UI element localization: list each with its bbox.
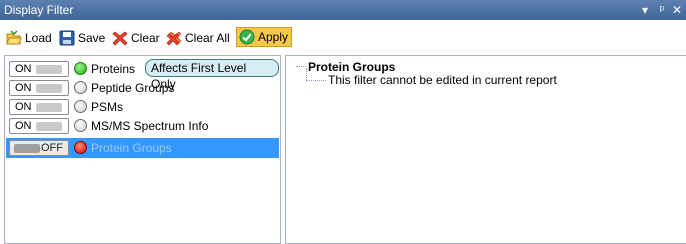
toolbar: Load Save Clear Clear All Apply [0,20,686,54]
on-off-toggle[interactable]: ON [9,118,69,134]
save-icon [59,30,75,46]
apply-label: Apply [258,30,289,44]
green-check-icon [239,29,255,45]
on-off-toggle[interactable]: ON [9,80,69,96]
on-off-toggle[interactable]: ON [9,61,69,77]
filter-label: Proteins [91,62,136,76]
toggle-knob [36,103,62,112]
toggle-state: ON [15,63,32,75]
filter-detail-tree: Protein Groups This filter cannot be edi… [285,55,686,244]
load-label: Load [25,31,52,45]
tree-connector [306,80,326,81]
toggle-knob [36,122,62,131]
filter-label: PSMs [91,100,124,114]
red-double-x-icon [166,31,182,46]
toggle-state: ON [15,82,32,94]
filter-row-peptide-groups[interactable]: ON Peptide Groups [6,79,279,98]
tree-connector [296,66,306,67]
toggle-state: OFF [41,142,63,154]
close-icon[interactable]: ✕ [670,1,684,19]
pin-icon[interactable]: ᵖ [655,1,669,19]
apply-button[interactable]: Apply [236,27,293,47]
save-label: Save [78,31,106,45]
tree-child-node: This filter cannot be edited in current … [328,73,557,87]
folder-open-icon [6,30,22,45]
filter-list: ON Proteins Affects First Level Only ON … [4,55,281,244]
filter-label: Protein Groups [91,141,172,155]
status-grey-icon [74,81,87,94]
toggle-knob [36,84,62,93]
status-green-icon [74,62,87,75]
red-x-icon [112,31,128,46]
tree-root-node[interactable]: Protein Groups [308,60,395,74]
dropdown-icon[interactable]: ▾ [638,1,652,19]
title-bar: Display Filter ▾ ᵖ ✕ [0,0,686,20]
filter-row-psms[interactable]: ON PSMs [6,98,279,117]
filter-row-msms-spectrum-info[interactable]: ON MS/MS Spectrum Info [6,117,279,136]
toggle-knob [14,144,40,153]
filter-row-protein-groups[interactable]: OFF Protein Groups [6,138,279,158]
load-button[interactable]: Load [6,28,52,48]
toggle-state: ON [15,120,32,132]
filter-row-proteins[interactable]: ON Proteins Affects First Level Only [6,59,279,91]
display-filter-panel: Display Filter ▾ ᵖ ✕ Load Save Clear Cle… [0,0,686,244]
clear-all-button[interactable]: Clear All [166,28,230,48]
filter-label: MS/MS Spectrum Info [91,119,209,133]
clear-label: Clear [131,31,160,45]
window-title: Display Filter [4,3,74,17]
on-off-toggle[interactable]: OFF [9,140,69,156]
status-red-icon [74,141,87,154]
toggle-state: ON [15,101,32,113]
tree-connector [306,68,307,80]
save-button[interactable]: Save [59,28,105,48]
clear-button[interactable]: Clear [112,28,160,48]
status-grey-icon [74,119,87,132]
status-grey-icon [74,100,87,113]
toggle-knob [36,65,62,74]
clear-all-label: Clear All [185,31,230,45]
on-off-toggle[interactable]: ON [9,99,69,115]
affects-first-level-badge: Affects First Level Only [145,59,279,91]
filter-label: Peptide Groups [91,81,175,95]
